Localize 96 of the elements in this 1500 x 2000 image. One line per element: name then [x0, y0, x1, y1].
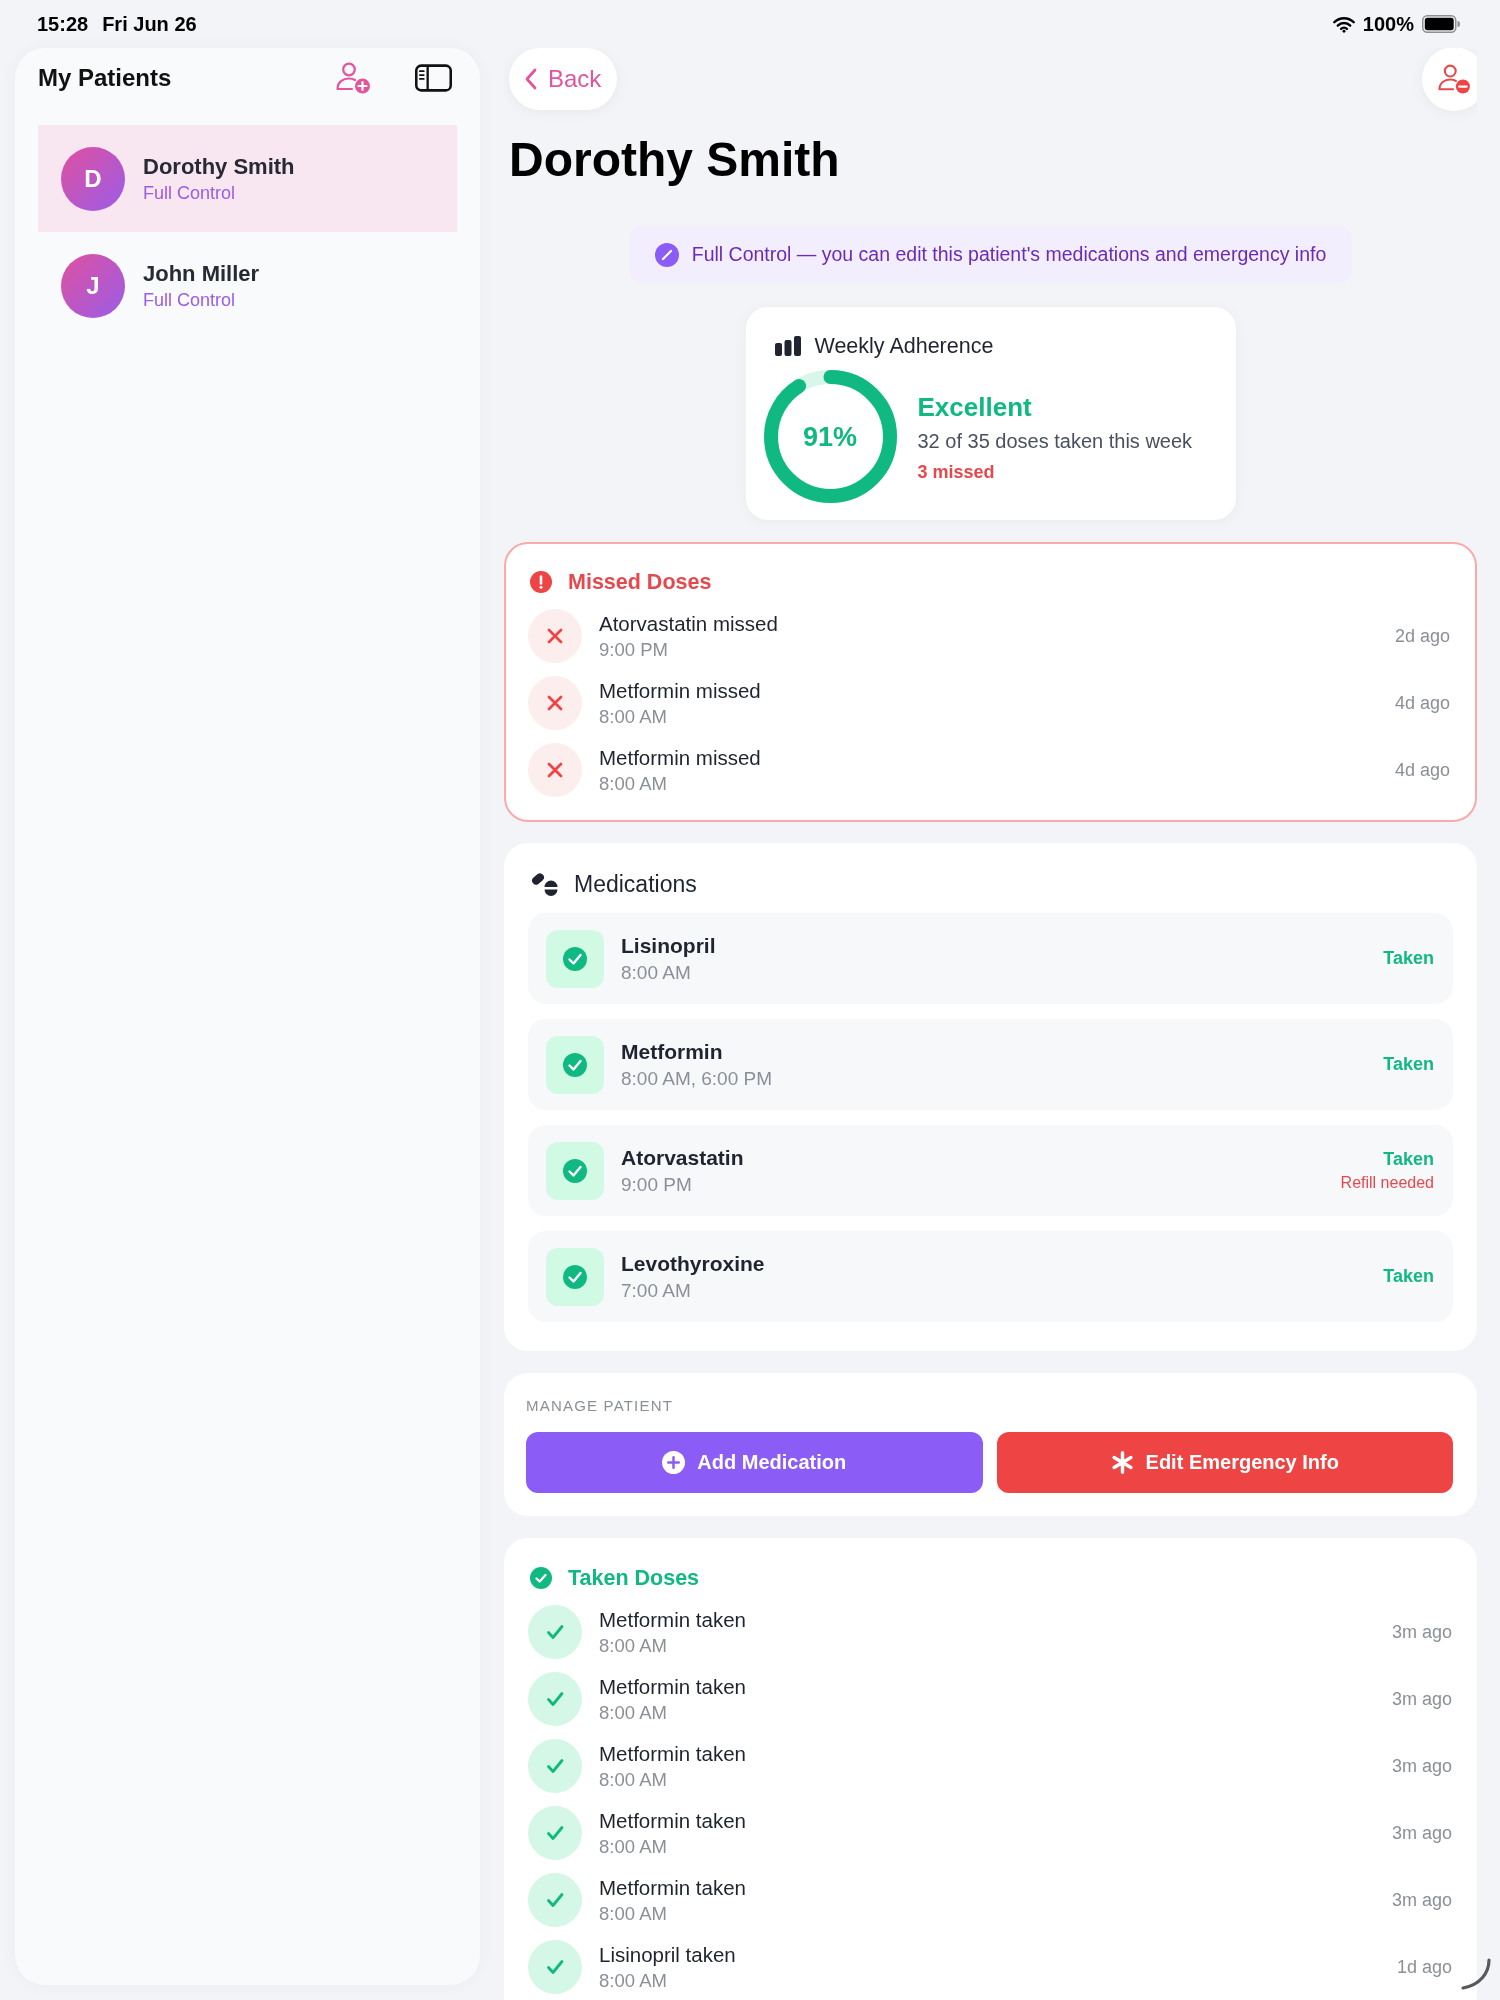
medication-time: 8:00 AM, 6:00 PM	[621, 1067, 773, 1090]
dose-time: 8:00 AM	[599, 1768, 667, 1791]
patient-name: Dorothy Smith	[143, 153, 295, 180]
medication-name: Atorvastatin	[621, 1145, 744, 1170]
check-icon	[528, 1672, 582, 1726]
plus-circle-icon	[662, 1451, 686, 1474]
check-icon	[528, 1605, 582, 1659]
access-level: Full Control	[143, 182, 236, 204]
sidebar-title: My Patients	[38, 64, 172, 92]
back-button[interactable]: Back	[509, 48, 618, 110]
medication-row[interactable]: Levothyroxine 7:00 AM Taken	[528, 1231, 1453, 1322]
x-mark-icon	[528, 743, 582, 797]
pills-icon	[530, 872, 558, 896]
avatar: D	[61, 146, 125, 211]
dose-time: 8:00 AM	[599, 705, 667, 728]
dose-time: 8:00 AM	[599, 772, 667, 795]
patient-row[interactable]: D Dorothy Smith Full Control	[38, 125, 457, 232]
time-ago: 4d ago	[1394, 759, 1450, 781]
check-circle-icon	[530, 1567, 552, 1589]
status-time: 15:28	[37, 12, 89, 36]
medication-row[interactable]: Lisinopril 8:00 AM Taken	[528, 913, 1453, 1004]
check-icon	[528, 1940, 582, 1994]
medication-time: 8:00 AM	[621, 961, 691, 984]
pencil-icon	[654, 242, 679, 267]
time-ago: 3m ago	[1391, 1621, 1452, 1643]
dose-name: Atorvastatin missed	[599, 611, 778, 636]
time-ago: 3m ago	[1391, 1822, 1452, 1844]
access-banner-text: Full Control — you can edit this patient's medications and emergency info	[691, 243, 1327, 266]
medication-name: Metformin	[621, 1039, 723, 1064]
check-icon	[528, 1806, 582, 1860]
dose-name: Metformin taken	[599, 1741, 746, 1766]
patient-name: John Miller	[143, 260, 260, 287]
dose-name: Metformin taken	[599, 1674, 746, 1699]
dose-status: Taken	[1383, 1266, 1434, 1287]
dose-name: Metformin taken	[599, 1607, 746, 1632]
medication-name: Lisinopril	[621, 933, 716, 958]
section-label: MANAGE PATIENT	[526, 1397, 674, 1415]
x-mark-icon	[528, 676, 582, 730]
time-ago: 1d ago	[1396, 1956, 1452, 1978]
status-date: Fri Jun 26	[102, 12, 197, 36]
time-ago: 3m ago	[1391, 1755, 1452, 1777]
add-medication-button[interactable]: Add Medication	[526, 1432, 983, 1493]
person-plus-icon	[335, 62, 371, 94]
dose-time: 8:00 AM	[599, 1902, 667, 1925]
time-ago: 2d ago	[1394, 625, 1450, 647]
missed-doses-title: Missed Doses	[568, 569, 712, 595]
chevron-left-icon	[525, 68, 537, 90]
dose-time: 8:00 AM	[599, 1701, 667, 1724]
dose-time: 8:00 AM	[599, 1634, 667, 1657]
refill-note: Refill needed	[1340, 1174, 1434, 1192]
x-mark-icon	[528, 609, 582, 663]
dose-name: Lisinopril taken	[599, 1942, 736, 1967]
dose-status: Taken	[1383, 948, 1434, 969]
remove-patient-button[interactable]	[1422, 48, 1477, 111]
dose-name: Metformin taken	[599, 1808, 746, 1833]
dose-time: 8:00 AM	[599, 1969, 667, 1992]
medication-row[interactable]: Atorvastatin 9:00 PM Taken Refill needed	[528, 1125, 1453, 1216]
sidebar-icon	[415, 64, 452, 92]
battery-icon	[1422, 15, 1460, 33]
medication-time: 9:00 PM	[621, 1173, 692, 1196]
bar-chart-icon	[774, 336, 801, 356]
dose-status: Taken	[1383, 1149, 1434, 1170]
person-minus-icon	[1437, 64, 1471, 94]
medications-title: Medications	[574, 870, 697, 898]
dose-status: Taken	[1383, 1054, 1434, 1075]
dose-name: Metformin missed	[599, 678, 761, 703]
dose-time: 9:00 PM	[599, 638, 668, 661]
medication-name: Levothyroxine	[621, 1251, 765, 1276]
missed-count: 3 missed	[917, 460, 995, 483]
add-patient-button[interactable]	[335, 62, 371, 94]
avatar: J	[61, 253, 125, 318]
patient-title: Dorothy Smith	[509, 132, 840, 188]
time-ago: 4d ago	[1394, 692, 1450, 714]
alert-icon	[530, 571, 552, 593]
time-ago: 3m ago	[1391, 1688, 1452, 1710]
medication-row[interactable]: Metformin 8:00 AM, 6:00 PM Taken	[528, 1019, 1453, 1110]
time-ago: 3m ago	[1391, 1889, 1452, 1911]
sidebar-toggle-button[interactable]	[415, 64, 452, 92]
dose-time: 8:00 AM	[599, 1835, 667, 1858]
medication-time: 7:00 AM	[621, 1279, 691, 1302]
check-icon	[528, 1739, 582, 1793]
adherence-rating: Excellent	[917, 390, 1032, 423]
dose-name: Metformin missed	[599, 745, 761, 770]
dose-name: Metformin taken	[599, 1875, 746, 1900]
patient-row[interactable]: J John Miller Full Control	[38, 232, 457, 339]
resize-handle-icon[interactable]	[1460, 1958, 1492, 1990]
wifi-icon	[1332, 15, 1355, 33]
adherence-summary: 32 of 35 doses taken this week	[917, 428, 1193, 454]
edit-emergency-button[interactable]: Edit Emergency Info	[996, 1432, 1453, 1493]
adherence-title: Weekly Adherence	[814, 333, 994, 359]
access-level: Full Control	[143, 289, 236, 311]
taken-doses-title: Taken Doses	[568, 1565, 700, 1591]
check-icon	[528, 1873, 582, 1927]
asterisk-icon	[1110, 1451, 1134, 1474]
battery-percent: 100%	[1362, 12, 1414, 36]
adherence-percent: 91%	[803, 421, 857, 452]
